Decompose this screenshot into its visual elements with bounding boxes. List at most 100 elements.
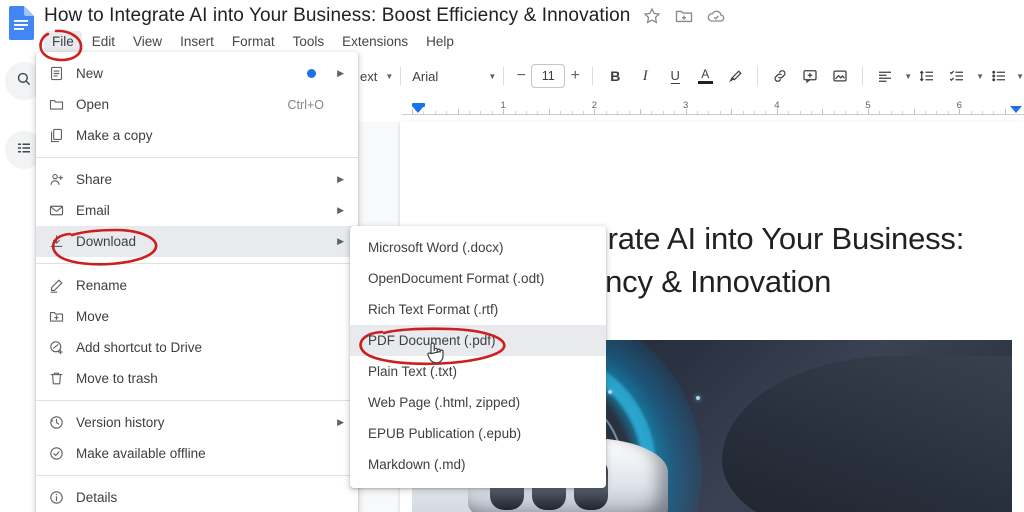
menu-edit[interactable]: Edit [84, 31, 123, 52]
highlight-color-button[interactable] [720, 61, 750, 91]
file-menu-item-add-shortcut-to-drive[interactable]: Add shortcut to Drive [36, 332, 358, 363]
file-menu-item-email[interactable]: Email ▶ [36, 195, 358, 226]
menu-file[interactable]: File [44, 30, 82, 52]
ruler-tick [947, 111, 949, 114]
bold-label: B [610, 68, 621, 84]
decrease-font-size-button[interactable]: − [511, 67, 531, 85]
star-icon[interactable] [642, 6, 662, 26]
align-button[interactable]: ▼ [870, 61, 912, 91]
ruler-tick [890, 111, 892, 114]
font-dropdown-value: Arial [412, 68, 439, 84]
copy-icon [36, 127, 76, 144]
increase-font-size-button[interactable]: + [565, 67, 585, 85]
toolbar-divider [757, 67, 759, 85]
ruler-tick [640, 109, 642, 114]
email-icon [36, 202, 76, 219]
download-option-pdf-document-pdf[interactable]: PDF Document (.pdf) [350, 325, 606, 356]
move-to-folder-icon[interactable] [674, 6, 694, 26]
underline-button[interactable]: U [660, 61, 690, 91]
right-indent-marker[interactable] [1010, 106, 1022, 113]
download-option-plain-text-txt[interactable]: Plain Text (.txt) [350, 356, 606, 387]
ruler-tick [719, 111, 721, 114]
download-option-opendocument-format-odt[interactable]: OpenDocument Format (.odt) [350, 263, 606, 294]
image-sleeve-right [722, 356, 1012, 512]
ruler-tick [925, 111, 927, 114]
ruler-tick [434, 111, 436, 114]
file-menu-dropdown[interactable]: New ▶ Open Ctrl+O Make a copy Share ▶ Email ▶ Dow… [36, 52, 358, 512]
ruler-number: 4 [774, 100, 780, 111]
menu-help[interactable]: Help [418, 31, 462, 52]
style-dropdown[interactable]: ext ▼ [356, 61, 393, 91]
top-bar: How to Integrate AI into Your Business: … [0, 0, 1024, 55]
info-icon [36, 489, 76, 506]
add-comment-icon[interactable] [795, 61, 825, 91]
menu-view[interactable]: View [125, 31, 170, 52]
insert-link-icon[interactable] [765, 61, 795, 91]
chevron-down-icon: ▼ [385, 71, 394, 81]
download-option-label: Microsoft Word (.docx) [368, 240, 504, 255]
download-option-epub-publication-epub[interactable]: EPUB Publication (.epub) [350, 418, 606, 449]
file-menu-item-open[interactable]: Open Ctrl+O [36, 89, 358, 120]
saved-to-drive-cloud-icon[interactable] [706, 6, 726, 26]
file-menu-item-make-available-offline[interactable]: Make available offline [36, 438, 358, 469]
file-menu-item-label: Version history [76, 415, 165, 430]
menu-insert[interactable]: Insert [172, 31, 222, 52]
ruler-tick [788, 111, 790, 114]
menu-format[interactable]: Format [224, 31, 283, 52]
outline-icon [15, 139, 33, 162]
new-feature-dot-badge [307, 69, 316, 78]
ruler-tick [811, 111, 813, 114]
menu-separator [36, 400, 358, 401]
download-submenu[interactable]: Microsoft Word (.docx) OpenDocument Forma… [350, 226, 606, 488]
download-option-label: OpenDocument Format (.odt) [368, 271, 545, 286]
bold-button[interactable]: B [600, 61, 630, 91]
ruler-tick [708, 111, 710, 114]
font-size-input[interactable]: 11 [531, 64, 566, 88]
left-indent-marker[interactable] [412, 106, 424, 113]
new-document-icon [36, 65, 76, 82]
google-docs-icon[interactable] [8, 6, 34, 40]
file-menu-item-details[interactable]: Details [36, 482, 358, 512]
file-menu-item-label: Details [76, 490, 118, 505]
ruler-tick [617, 111, 619, 114]
text-color-button[interactable]: A [690, 61, 720, 91]
ruler-tick [526, 111, 527, 114]
italic-button[interactable]: I [630, 61, 660, 91]
download-option-web-page-html-zipped[interactable]: Web Page (.html, zipped) [350, 387, 606, 418]
download-option-microsoft-word-docx[interactable]: Microsoft Word (.docx) [350, 232, 606, 263]
file-menu-item-new[interactable]: New ▶ [36, 58, 358, 89]
ruler-tick [902, 111, 904, 114]
file-menu-item-make-a-copy[interactable]: Make a copy [36, 120, 358, 151]
bulleted-list-icon[interactable] [984, 61, 1014, 91]
ruler-tick [560, 111, 562, 114]
file-menu-item-version-history[interactable]: Version history ▶ [36, 407, 358, 438]
file-menu-item-share[interactable]: Share ▶ [36, 164, 358, 195]
download-option-rich-text-format-rtf[interactable]: Rich Text Format (.rtf) [350, 294, 606, 325]
submenu-arrow-icon: ▶ [337, 68, 344, 78]
menu-separator [36, 263, 358, 264]
ruler-tick [605, 111, 607, 114]
image-dot-3 [696, 396, 700, 400]
font-dropdown[interactable]: Arial ▼ [408, 61, 496, 91]
file-menu-item-rename[interactable]: Rename [36, 270, 358, 301]
chevron-down-icon[interactable]: ▼ [1016, 72, 1024, 81]
file-menu-item-label: Email [76, 203, 110, 218]
ruler-number: 6 [956, 100, 962, 111]
share-person-icon [36, 171, 76, 188]
download-option-markdown-md[interactable]: Markdown (.md) [350, 449, 606, 480]
ruler-tick [970, 111, 972, 114]
document-title[interactable]: How to Integrate AI into Your Business: … [44, 5, 630, 27]
file-menu-item-label: Add shortcut to Drive [76, 340, 203, 355]
horizontal-ruler[interactable]: 1 2 3 4 5 6 [402, 100, 1024, 122]
insert-image-icon[interactable] [825, 61, 855, 91]
file-menu-item-download[interactable]: Download ▶ [36, 226, 358, 257]
checklist-button[interactable]: ▼ [942, 61, 984, 91]
file-menu-item-move-to-trash[interactable]: Move to trash [36, 363, 358, 394]
line-spacing-icon[interactable] [912, 61, 942, 91]
menu-extensions[interactable]: Extensions [334, 31, 416, 52]
ruler-tick [697, 111, 699, 114]
file-menu-item-move[interactable]: Move [36, 301, 358, 332]
add-shortcut-icon [36, 339, 76, 356]
ruler-tick [548, 109, 550, 114]
menu-tools[interactable]: Tools [285, 31, 333, 52]
